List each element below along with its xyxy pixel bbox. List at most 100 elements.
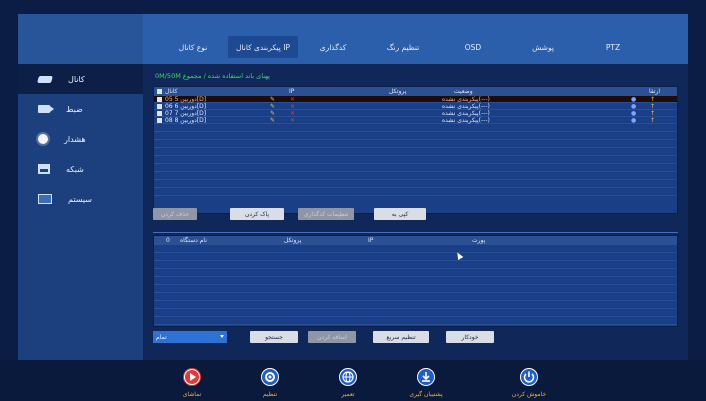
main-panel: نوع کانال پیکربندی کانال IP کدگذاری تنظی…	[143, 14, 688, 360]
settings-icon[interactable]	[261, 368, 279, 386]
backup-icon[interactable]	[417, 368, 435, 386]
empty-row	[154, 172, 677, 180]
upgrade-icon[interactable]: ↑	[650, 117, 655, 124]
empty-row	[154, 301, 677, 309]
header-protocol: پروتکل	[389, 88, 407, 95]
header-upgrade: ارتقا	[649, 88, 661, 95]
chevron-down-icon	[220, 335, 224, 338]
sidebar-item-label: هشدار	[64, 134, 86, 144]
sidebar-item-record[interactable]: ضبط	[18, 94, 143, 124]
camera-icon	[37, 75, 53, 83]
clear-button[interactable]: پاک کردن	[230, 208, 284, 220]
header-channel[interactable]: کانال	[157, 88, 178, 95]
sidebar-item-system[interactable]: سیستم	[18, 184, 143, 214]
section-divider	[153, 232, 678, 233]
empty-row	[154, 156, 677, 164]
header-status: وضعیت	[454, 88, 473, 95]
tab-encoding[interactable]: کدگذاری	[298, 36, 368, 58]
header-protocol: پروتکل	[284, 237, 302, 244]
table-row[interactable]: دوربین 6 06[D] ✎ ✕ پیکربندی نشده(---) ● …	[154, 103, 677, 110]
empty-row	[154, 164, 677, 172]
delete-icon[interactable]: ✕	[290, 96, 295, 103]
dvr-settings-window: کانال ضبط هشدار شبکه سیستم نوع کانال پیک…	[0, 0, 706, 401]
status-dot-icon: ●	[631, 102, 637, 110]
tab-color[interactable]: تنظیم رنگ	[368, 36, 438, 58]
power-icon[interactable]	[520, 368, 538, 386]
tab-ptz[interactable]: PTZ	[578, 36, 648, 58]
play-icon[interactable]	[183, 368, 201, 386]
header-ip: IP	[289, 88, 295, 95]
table-row[interactable]: دوربین 5 05[D] ✎ ✕ پیکربندی نشده(---) ● …	[154, 96, 677, 103]
nav-label-live[interactable]: تماشای	[162, 391, 222, 398]
status-dot-icon: ●	[631, 116, 637, 124]
delete-button[interactable]: حذف کردن	[153, 208, 197, 220]
empty-row	[154, 269, 677, 277]
upgrade-icon[interactable]: ↑	[650, 96, 655, 103]
edit-icon[interactable]: ✎	[270, 103, 275, 110]
add-button[interactable]: اضافه کردن	[308, 331, 356, 343]
filter-select[interactable]: تمام	[153, 331, 227, 343]
delete-icon[interactable]: ✕	[290, 117, 295, 124]
tab-ip-channel-config[interactable]: پیکربندی کانال IP	[228, 36, 298, 58]
encode-settings-button[interactable]: تنظیمات کدگذاری	[298, 208, 354, 220]
empty-row	[154, 261, 677, 269]
empty-row	[154, 253, 677, 261]
status-dot-icon: ●	[631, 95, 637, 103]
sidebar-item-channel[interactable]: کانال	[18, 64, 143, 94]
empty-row	[154, 132, 677, 140]
upgrade-icon[interactable]: ↑	[650, 103, 655, 110]
upgrade-icon[interactable]: ↑	[650, 110, 655, 117]
tab-osd[interactable]: OSD	[438, 36, 508, 58]
empty-row	[154, 180, 677, 188]
copy-to-button[interactable]: کپی به	[374, 208, 426, 220]
empty-row	[154, 317, 677, 325]
search-button[interactable]: جستجو	[250, 331, 298, 343]
sidebar-item-label: شبکه	[66, 164, 84, 174]
table-row[interactable]: دوربین 7 07[D] ✎ ✕ پیکربندی نشده(---) ● …	[154, 110, 677, 117]
header-number: 0	[166, 237, 170, 244]
edit-icon[interactable]: ✎	[270, 117, 275, 124]
edit-icon[interactable]: ✎	[270, 110, 275, 117]
channel-table: کانال IP پروتکل وضعیت ارتقا دوربین 5 05[…	[153, 86, 678, 214]
empty-row	[154, 124, 677, 132]
delete-icon[interactable]: ✕	[290, 110, 295, 117]
row-checkbox[interactable]	[157, 103, 162, 109]
row-checkbox[interactable]	[157, 117, 162, 123]
auto-button[interactable]: خودکار	[446, 331, 494, 343]
row-checkbox[interactable]	[157, 110, 162, 116]
sidebar-item-network[interactable]: شبکه	[18, 154, 143, 184]
network-icon	[38, 164, 50, 174]
empty-row	[154, 245, 677, 253]
device-table: 0 نام دستگاه پروتکل IP پورت	[153, 235, 678, 327]
nav-label-maintenance[interactable]: تعمیر	[318, 391, 378, 398]
table-row[interactable]: دوربین 8 08[D] ✎ ✕ پیکربندی نشده(---) ● …	[154, 117, 677, 124]
empty-row	[154, 140, 677, 148]
sidebar-item-label: کانال	[68, 74, 85, 84]
header-port: پورت	[472, 237, 486, 244]
record-icon	[38, 105, 54, 113]
row-checkbox[interactable]	[157, 96, 162, 102]
header-ip: IP	[368, 237, 374, 244]
empty-row	[154, 309, 677, 317]
bottom-nav: تماشای تنظیم تعمیر پشتیبان گیری خاموش کر…	[0, 360, 706, 401]
select-all-checkbox[interactable]	[157, 89, 162, 94]
header-device-name: نام دستگاه	[180, 237, 207, 244]
sidebar-header	[18, 14, 143, 64]
table-header: 0 نام دستگاه پروتکل IP پورت	[154, 236, 677, 245]
nav-label-settings[interactable]: تنظیم	[240, 391, 300, 398]
sidebar-item-alarm[interactable]: هشدار	[18, 124, 143, 154]
globe-icon[interactable]	[339, 368, 357, 386]
edit-icon[interactable]: ✎	[270, 96, 275, 103]
empty-row	[154, 293, 677, 301]
quick-setup-button[interactable]: تنظیم سریع	[373, 331, 429, 343]
nav-label-shutdown[interactable]: خاموش کردن	[499, 391, 559, 398]
system-icon	[38, 194, 52, 204]
delete-icon[interactable]: ✕	[290, 103, 295, 110]
empty-row	[154, 277, 677, 285]
alarm-icon	[38, 134, 48, 144]
bandwidth-info: 0M/50M پهنای باند استفاده شده / مجموع	[155, 72, 270, 80]
tab-bar: نوع کانال پیکربندی کانال IP کدگذاری تنظی…	[143, 14, 688, 64]
nav-label-backup[interactable]: پشتیبان گیری	[396, 391, 456, 398]
tab-channel-type[interactable]: نوع کانال	[158, 36, 228, 58]
tab-mask[interactable]: پوشش	[508, 36, 578, 58]
